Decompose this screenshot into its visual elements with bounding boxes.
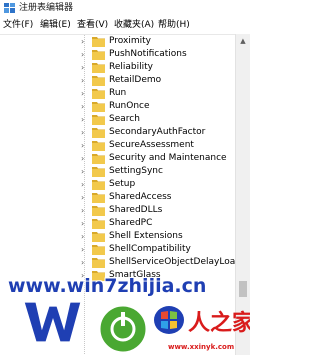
folder-icon xyxy=(92,89,105,99)
expand-chevron-icon[interactable]: › xyxy=(81,114,89,125)
folder-icon xyxy=(92,128,105,138)
expand-chevron-icon[interactable]: › xyxy=(81,140,89,151)
folder-icon xyxy=(92,167,105,177)
folder-icon xyxy=(92,219,105,229)
tree-item[interactable]: › SharedDLLs xyxy=(0,204,235,217)
expand-chevron-icon[interactable]: › xyxy=(81,153,89,164)
tree-item-label: SharedAccess xyxy=(109,192,172,202)
title-bar: 注册表编辑器 xyxy=(0,0,250,17)
expand-chevron-icon[interactable]: › xyxy=(81,179,89,190)
expand-chevron-icon[interactable]: › xyxy=(81,75,89,86)
tree-item-label: Reliability xyxy=(109,62,153,72)
expand-chevron-icon[interactable]: › xyxy=(81,127,89,138)
folder-icon xyxy=(92,258,105,268)
tree-item-label: Run xyxy=(109,88,127,98)
tree-item-label: SharedPC xyxy=(109,218,153,228)
tree-item[interactable]: › Run xyxy=(0,87,235,100)
tree-item[interactable]: › RetailDemo xyxy=(0,74,235,87)
expand-chevron-icon[interactable]: › xyxy=(81,49,89,60)
tree-item-label: SharedDLLs xyxy=(109,205,163,215)
expand-chevron-icon[interactable]: › xyxy=(81,166,89,177)
tree-item-label: SecondaryAuthFactor xyxy=(109,127,206,137)
registry-editor-icon xyxy=(4,3,15,13)
expand-chevron-icon[interactable]: › xyxy=(81,244,89,255)
tree-item-label: Shell Extensions xyxy=(109,231,183,241)
expand-chevron-icon[interactable]: › xyxy=(81,231,89,242)
menu-edit[interactable]: 编辑(E) xyxy=(40,20,71,31)
folder-icon xyxy=(92,193,105,203)
expand-chevron-icon[interactable]: › xyxy=(81,88,89,99)
tree-item[interactable]: › Reliability xyxy=(0,61,235,74)
tree-item[interactable]: › SharedAccess xyxy=(0,191,235,204)
menu-file[interactable]: 文件(F) xyxy=(3,20,33,31)
folder-icon xyxy=(92,141,105,151)
tree-item[interactable]: › Search xyxy=(0,113,235,126)
tree-item-label: SecureAssessment xyxy=(109,140,194,150)
folder-icon xyxy=(92,102,105,112)
menu-favorites[interactable]: 收藏夹(A) xyxy=(114,20,154,31)
expand-chevron-icon[interactable]: › xyxy=(81,62,89,73)
tree-item[interactable]: › Shell Extensions xyxy=(0,230,235,243)
tree-item-label: ShellServiceObjectDelayLoad xyxy=(109,257,235,267)
expand-chevron-icon[interactable]: › xyxy=(81,192,89,203)
folder-icon xyxy=(92,115,105,125)
folder-icon xyxy=(92,180,105,190)
tree-item[interactable]: › SettingSync xyxy=(0,165,235,178)
expand-chevron-icon[interactable]: › xyxy=(81,218,89,229)
folder-icon xyxy=(92,76,105,86)
menu-help[interactable]: 帮助(H) xyxy=(158,20,190,31)
folder-icon xyxy=(92,50,105,60)
tree-item-label: Proximity xyxy=(109,36,151,46)
folder-icon xyxy=(92,232,105,242)
expand-chevron-icon[interactable]: › xyxy=(81,36,89,47)
expand-chevron-icon[interactable]: › xyxy=(81,101,89,112)
watermark-site: www.xxinyk.com xyxy=(168,343,235,351)
tree-item-label: Setup xyxy=(109,179,136,189)
tree-item[interactable]: › SecureAssessment xyxy=(0,139,235,152)
watermark-logo-text: 人之家 xyxy=(188,310,250,336)
tree-item-label: RetailDemo xyxy=(109,75,162,85)
tree-item[interactable]: › Proximity xyxy=(0,35,235,48)
expand-chevron-icon[interactable]: › xyxy=(81,257,89,268)
expand-chevron-icon[interactable]: › xyxy=(81,205,89,216)
tree-item-label: PushNotifications xyxy=(109,49,187,59)
tree-item-label: Search xyxy=(109,114,140,124)
tree-item[interactable]: › ShellCompatibility xyxy=(0,243,235,256)
tree-item[interactable]: › SharedPC xyxy=(0,217,235,230)
tree-item[interactable]: › ShellServiceObjectDelayLoad xyxy=(0,256,235,269)
tree-item-label: SettingSync xyxy=(109,166,163,176)
menu-bar: 文件(F) 编辑(E) 查看(V) 收藏夹(A) 帮助(H) xyxy=(0,17,250,34)
scroll-up-arrow-icon[interactable]: ▲ xyxy=(236,34,250,48)
tree-item[interactable]: › PushNotifications xyxy=(0,48,235,61)
folder-icon xyxy=(92,206,105,216)
menu-view[interactable]: 查看(V) xyxy=(77,20,108,31)
tree-item[interactable]: › RunOnce xyxy=(0,100,235,113)
window-title: 注册表编辑器 xyxy=(19,3,74,13)
tree-item[interactable]: › Setup xyxy=(0,178,235,191)
tree-item-label: RunOnce xyxy=(109,101,150,111)
folder-icon xyxy=(92,245,105,255)
tree-item-label: Security and Maintenance xyxy=(109,153,227,163)
folder-icon xyxy=(92,37,105,47)
tree-item[interactable]: › SecondaryAuthFactor xyxy=(0,126,235,139)
tree-item[interactable]: › Security and Maintenance xyxy=(0,152,235,165)
folder-icon xyxy=(92,154,105,164)
tree-item-label: ShellCompatibility xyxy=(109,244,191,254)
folder-icon xyxy=(92,63,105,73)
